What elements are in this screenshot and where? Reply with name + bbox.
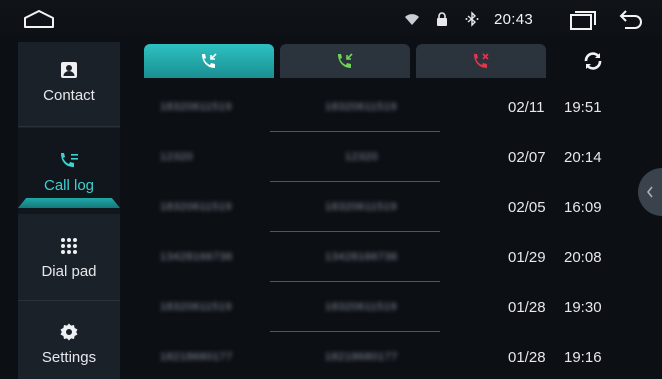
phone-number: 12320 bbox=[345, 151, 379, 163]
incoming-call-icon bbox=[202, 53, 217, 68]
call-date: 02/11 bbox=[508, 98, 545, 116]
sidebar-item-settings[interactable]: Settings bbox=[18, 304, 120, 379]
lock-icon bbox=[437, 12, 447, 26]
call-time: 16:09 bbox=[564, 198, 602, 216]
call-time: 20:08 bbox=[564, 248, 602, 266]
sidebar-item-label: Dial pad bbox=[41, 262, 97, 280]
sidebar-item-contact[interactable]: Contact bbox=[18, 42, 120, 120]
contact-name: 18320611519 bbox=[160, 101, 232, 113]
call-time: 19:51 bbox=[564, 98, 602, 116]
contact-name: 18320611519 bbox=[160, 301, 232, 313]
tab-received-calls[interactable] bbox=[280, 44, 410, 78]
call-log-row[interactable]: 13428166736 13428166736 01/29 20:08 bbox=[120, 232, 630, 282]
contact-name: 18218680177 bbox=[160, 351, 233, 363]
sidebar-item-label: Call log bbox=[43, 176, 95, 194]
clock: 20:43 bbox=[494, 10, 534, 28]
missed-call-icon bbox=[338, 53, 353, 68]
status-icons: 20:43 bbox=[404, 8, 533, 30]
call-log-list: 18320611519 18320611519 02/11 19:51 1232… bbox=[120, 82, 630, 379]
call-date: 02/07 bbox=[508, 148, 546, 166]
sidebar-item-label: Contact bbox=[43, 86, 95, 104]
divider bbox=[18, 300, 120, 301]
divider bbox=[18, 126, 120, 127]
call-time: 20:14 bbox=[564, 148, 602, 166]
chevron-left-icon bbox=[646, 186, 653, 198]
sidebar-item-dial-pad[interactable]: Dial pad bbox=[18, 218, 120, 296]
call-log-row[interactable]: 18218680177 18218680177 01/28 19:16 bbox=[120, 332, 630, 379]
contact-icon bbox=[58, 59, 80, 81]
sidebar-item-call-log[interactable]: Call log bbox=[18, 128, 120, 214]
call-log-row[interactable]: 12320 12320 02/07 20:14 bbox=[120, 132, 630, 182]
call-time: 19:16 bbox=[564, 348, 602, 366]
call-date: 01/28 bbox=[508, 348, 546, 366]
sidebar: Contact Call log Dial pad Settings bbox=[18, 42, 120, 379]
phone-number: 13428166736 bbox=[325, 251, 398, 263]
phone-number: 18218680177 bbox=[325, 351, 398, 363]
contact-name: 13428166736 bbox=[160, 251, 233, 263]
home-icon[interactable] bbox=[22, 9, 56, 29]
phone-number: 18320611519 bbox=[325, 301, 397, 313]
call-filter-tabs bbox=[144, 44, 546, 78]
call-log-row[interactable]: 18320611519 18320611519 01/28 19:30 bbox=[120, 282, 630, 332]
back-icon[interactable] bbox=[618, 8, 644, 30]
contact-name: 12320 bbox=[160, 151, 194, 163]
call-log-row[interactable]: 18320611519 18320611519 02/11 19:51 bbox=[120, 82, 630, 132]
call-log-panel: 18320611519 18320611519 02/11 19:51 1232… bbox=[120, 38, 662, 379]
contact-name: 18320611519 bbox=[160, 201, 232, 213]
recent-apps-icon[interactable] bbox=[569, 10, 597, 30]
settings-icon bbox=[58, 321, 80, 343]
active-indicator bbox=[18, 198, 120, 208]
phone-number: 18320611519 bbox=[325, 101, 397, 113]
bluetooth-icon bbox=[465, 11, 479, 27]
tab-all-calls[interactable] bbox=[144, 44, 274, 78]
refresh-icon[interactable] bbox=[582, 50, 604, 72]
call-date: 01/28 bbox=[508, 298, 546, 316]
call-date: 02/05 bbox=[508, 198, 546, 216]
sidebar-item-label: Settings bbox=[41, 348, 97, 366]
status-bar: 20:43 bbox=[0, 0, 662, 38]
phone-number: 18320611519 bbox=[325, 201, 397, 213]
call-log-icon bbox=[58, 149, 80, 171]
rejected-call-icon bbox=[474, 53, 489, 68]
call-time: 19:30 bbox=[564, 298, 602, 316]
call-date: 01/29 bbox=[508, 248, 546, 266]
call-log-row[interactable]: 18320611519 18320611519 02/05 16:09 bbox=[120, 182, 630, 232]
dial-pad-icon bbox=[58, 235, 80, 257]
tab-missed-calls[interactable] bbox=[416, 44, 546, 78]
wifi-icon bbox=[405, 14, 419, 25]
